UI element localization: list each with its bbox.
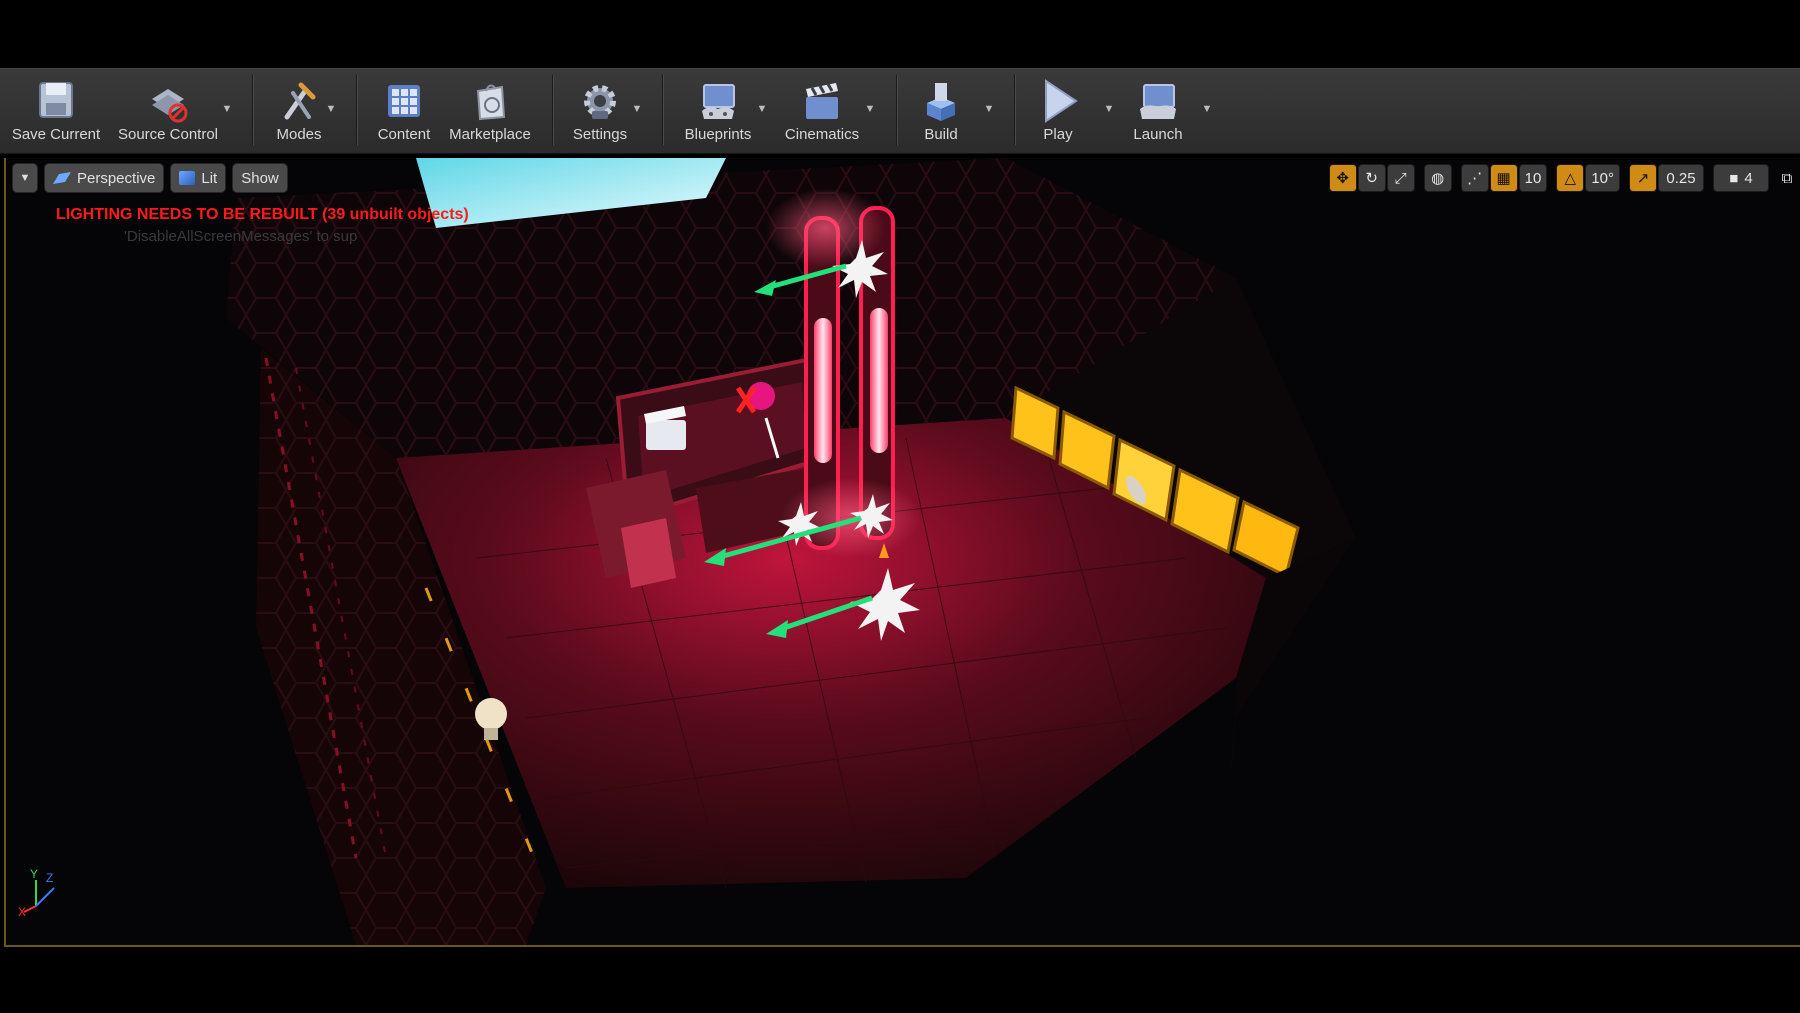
perspective-button[interactable]: Perspective — [44, 163, 165, 193]
marketplace-label: Marketplace — [449, 126, 531, 143]
source-control-button[interactable]: Source Control — [112, 71, 224, 151]
toolbar-separator — [1014, 75, 1016, 145]
content-browser-icon — [388, 85, 420, 117]
scale-snap-value[interactable]: 0.25 — [1658, 164, 1704, 192]
scale-mode-button[interactable]: ⤢ — [1386, 164, 1415, 192]
maximize-viewport-button[interactable]: ⧉ — [1778, 164, 1796, 192]
perspective-label: Perspective — [77, 169, 156, 187]
rotation-snap-value[interactable]: 10° — [1585, 164, 1620, 192]
rotate-icon: ↻ — [1365, 170, 1378, 187]
save-current-button[interactable]: Save Current — [6, 71, 106, 151]
settings-icon — [584, 85, 616, 119]
source-control-label: Source Control — [117, 126, 219, 143]
cinematics-dropdown[interactable]: ▼ — [863, 103, 877, 117]
source-control-dropdown[interactable]: ▼ — [220, 103, 234, 117]
blueprints-dropdown[interactable]: ▼ — [755, 103, 769, 117]
lit-cube-icon — [179, 171, 196, 185]
main-toolbar: Save Current Source Control ▼ Modes ▼ Co… — [0, 68, 1800, 154]
grid-snap-value[interactable]: 10 — [1518, 164, 1548, 192]
viewport-transform-toolbar: ✥ ↻ ⤢ ◍ ⋰ ▦ 10 △ 10° ↗ 0.25 ■ 4 ⧉ — [1328, 163, 1796, 193]
settings-dropdown[interactable]: ▼ — [630, 103, 644, 117]
editor-window: Save Current Source Control ▼ Modes ▼ Co… — [0, 68, 1800, 948]
grid-snap-value-label: 10 — [1524, 169, 1542, 187]
cinematics-icon — [806, 83, 838, 119]
toolbar-separator — [356, 75, 358, 145]
build-dropdown[interactable]: ▼ — [982, 103, 996, 117]
rotate-mode-button[interactable]: ↻ — [1357, 164, 1386, 192]
play-icon — [1045, 79, 1078, 123]
level-scene[interactable] — [6, 158, 1800, 945]
grid-snap-toggle[interactable]: ▦ — [1489, 164, 1518, 192]
angle-icon: △ — [1564, 170, 1577, 187]
marketplace-button[interactable]: Marketplace — [446, 71, 534, 151]
lighting-warning: LIGHTING NEEDS TO BE REBUILT (39 unbuilt… — [56, 206, 469, 223]
save-icon — [39, 82, 73, 118]
scale-snap-value-label: 0.25 — [1666, 169, 1696, 187]
lit-button[interactable]: Lit — [170, 163, 227, 193]
launch-button[interactable]: Launch — [1120, 71, 1196, 151]
rotation-snap-toggle[interactable]: △ — [1556, 164, 1585, 192]
scale-snap-icon: ↗ — [1636, 170, 1650, 187]
toolbar-separator — [896, 75, 898, 145]
marketplace-icon — [476, 84, 506, 121]
play-button[interactable]: Play — [1022, 71, 1094, 151]
toolbar-separator — [552, 75, 554, 145]
globe-icon: ◍ — [1431, 170, 1445, 187]
blueprints-label: Blueprints — [684, 126, 752, 143]
build-label: Build — [924, 126, 958, 143]
svg-text:X: X — [18, 905, 26, 918]
build-button[interactable]: Build — [906, 71, 976, 151]
svg-text:Y: Y — [30, 867, 38, 881]
modes-icon — [284, 82, 316, 120]
play-dropdown[interactable]: ▼ — [1102, 103, 1116, 117]
launch-icon — [1140, 84, 1176, 119]
toolbar-separator — [252, 75, 254, 145]
camera-speed-button[interactable]: ■ 4 — [1713, 164, 1769, 192]
show-button[interactable]: Show — [232, 163, 288, 193]
launch-label: Launch — [1133, 126, 1183, 143]
grid-icon: ▦ — [1496, 170, 1511, 187]
source-control-icon — [152, 89, 188, 123]
svg-text:Z: Z — [46, 871, 53, 885]
world-local-toggle[interactable]: ◍ — [1423, 164, 1452, 192]
axis-gizmo: Z Y X — [18, 867, 55, 918]
show-label: Show — [241, 169, 279, 187]
camera-speed-label: 4 — [1744, 169, 1753, 187]
scale-snap-toggle[interactable]: ↗ — [1629, 164, 1657, 192]
camera-icon: ■ — [1729, 169, 1739, 187]
cinematics-button[interactable]: Cinematics — [776, 71, 868, 151]
maximize-icon: ⧉ — [1781, 169, 1793, 187]
blueprints-icon — [702, 84, 735, 119]
surface-snap-icon: ⋰ — [1467, 170, 1483, 187]
viewport-menu-button[interactable]: ▼ — [12, 163, 38, 193]
screen-messages-hint: 'DisableAllScreenMessages' to sup — [124, 228, 358, 245]
scale-icon: ⤢ — [1394, 169, 1407, 187]
lit-label: Lit — [201, 169, 218, 187]
modes-label: Modes — [276, 126, 322, 143]
launch-dropdown[interactable]: ▼ — [1200, 103, 1214, 117]
play-label: Play — [1043, 126, 1073, 143]
modes-dropdown[interactable]: ▼ — [324, 103, 338, 117]
cinematics-label: Cinematics — [784, 126, 860, 143]
viewport-options-bar: ▼ Perspective Lit Show — [6, 158, 288, 198]
perspective-icon — [53, 172, 71, 184]
chevron-down-icon: ▼ — [19, 172, 31, 184]
level-viewport[interactable]: ▼ Perspective Lit Show ✥ ↻ ⤢ ◍ ⋰ ▦ 10 △ … — [4, 158, 1800, 947]
settings-label: Settings — [572, 126, 628, 143]
move-icon: ✥ — [1336, 170, 1349, 187]
rotation-snap-value-label: 10° — [1591, 169, 1614, 187]
build-icon — [927, 83, 955, 121]
content-button[interactable]: Content — [364, 71, 444, 151]
translate-mode-button[interactable]: ✥ — [1328, 164, 1357, 192]
toolbar-separator — [662, 75, 664, 145]
surface-snap-button[interactable]: ⋰ — [1460, 164, 1489, 192]
save-current-label: Save Current — [11, 126, 101, 143]
content-label: Content — [377, 126, 431, 143]
settings-button[interactable]: Settings — [560, 71, 640, 151]
blueprints-button[interactable]: Blueprints — [670, 71, 766, 151]
